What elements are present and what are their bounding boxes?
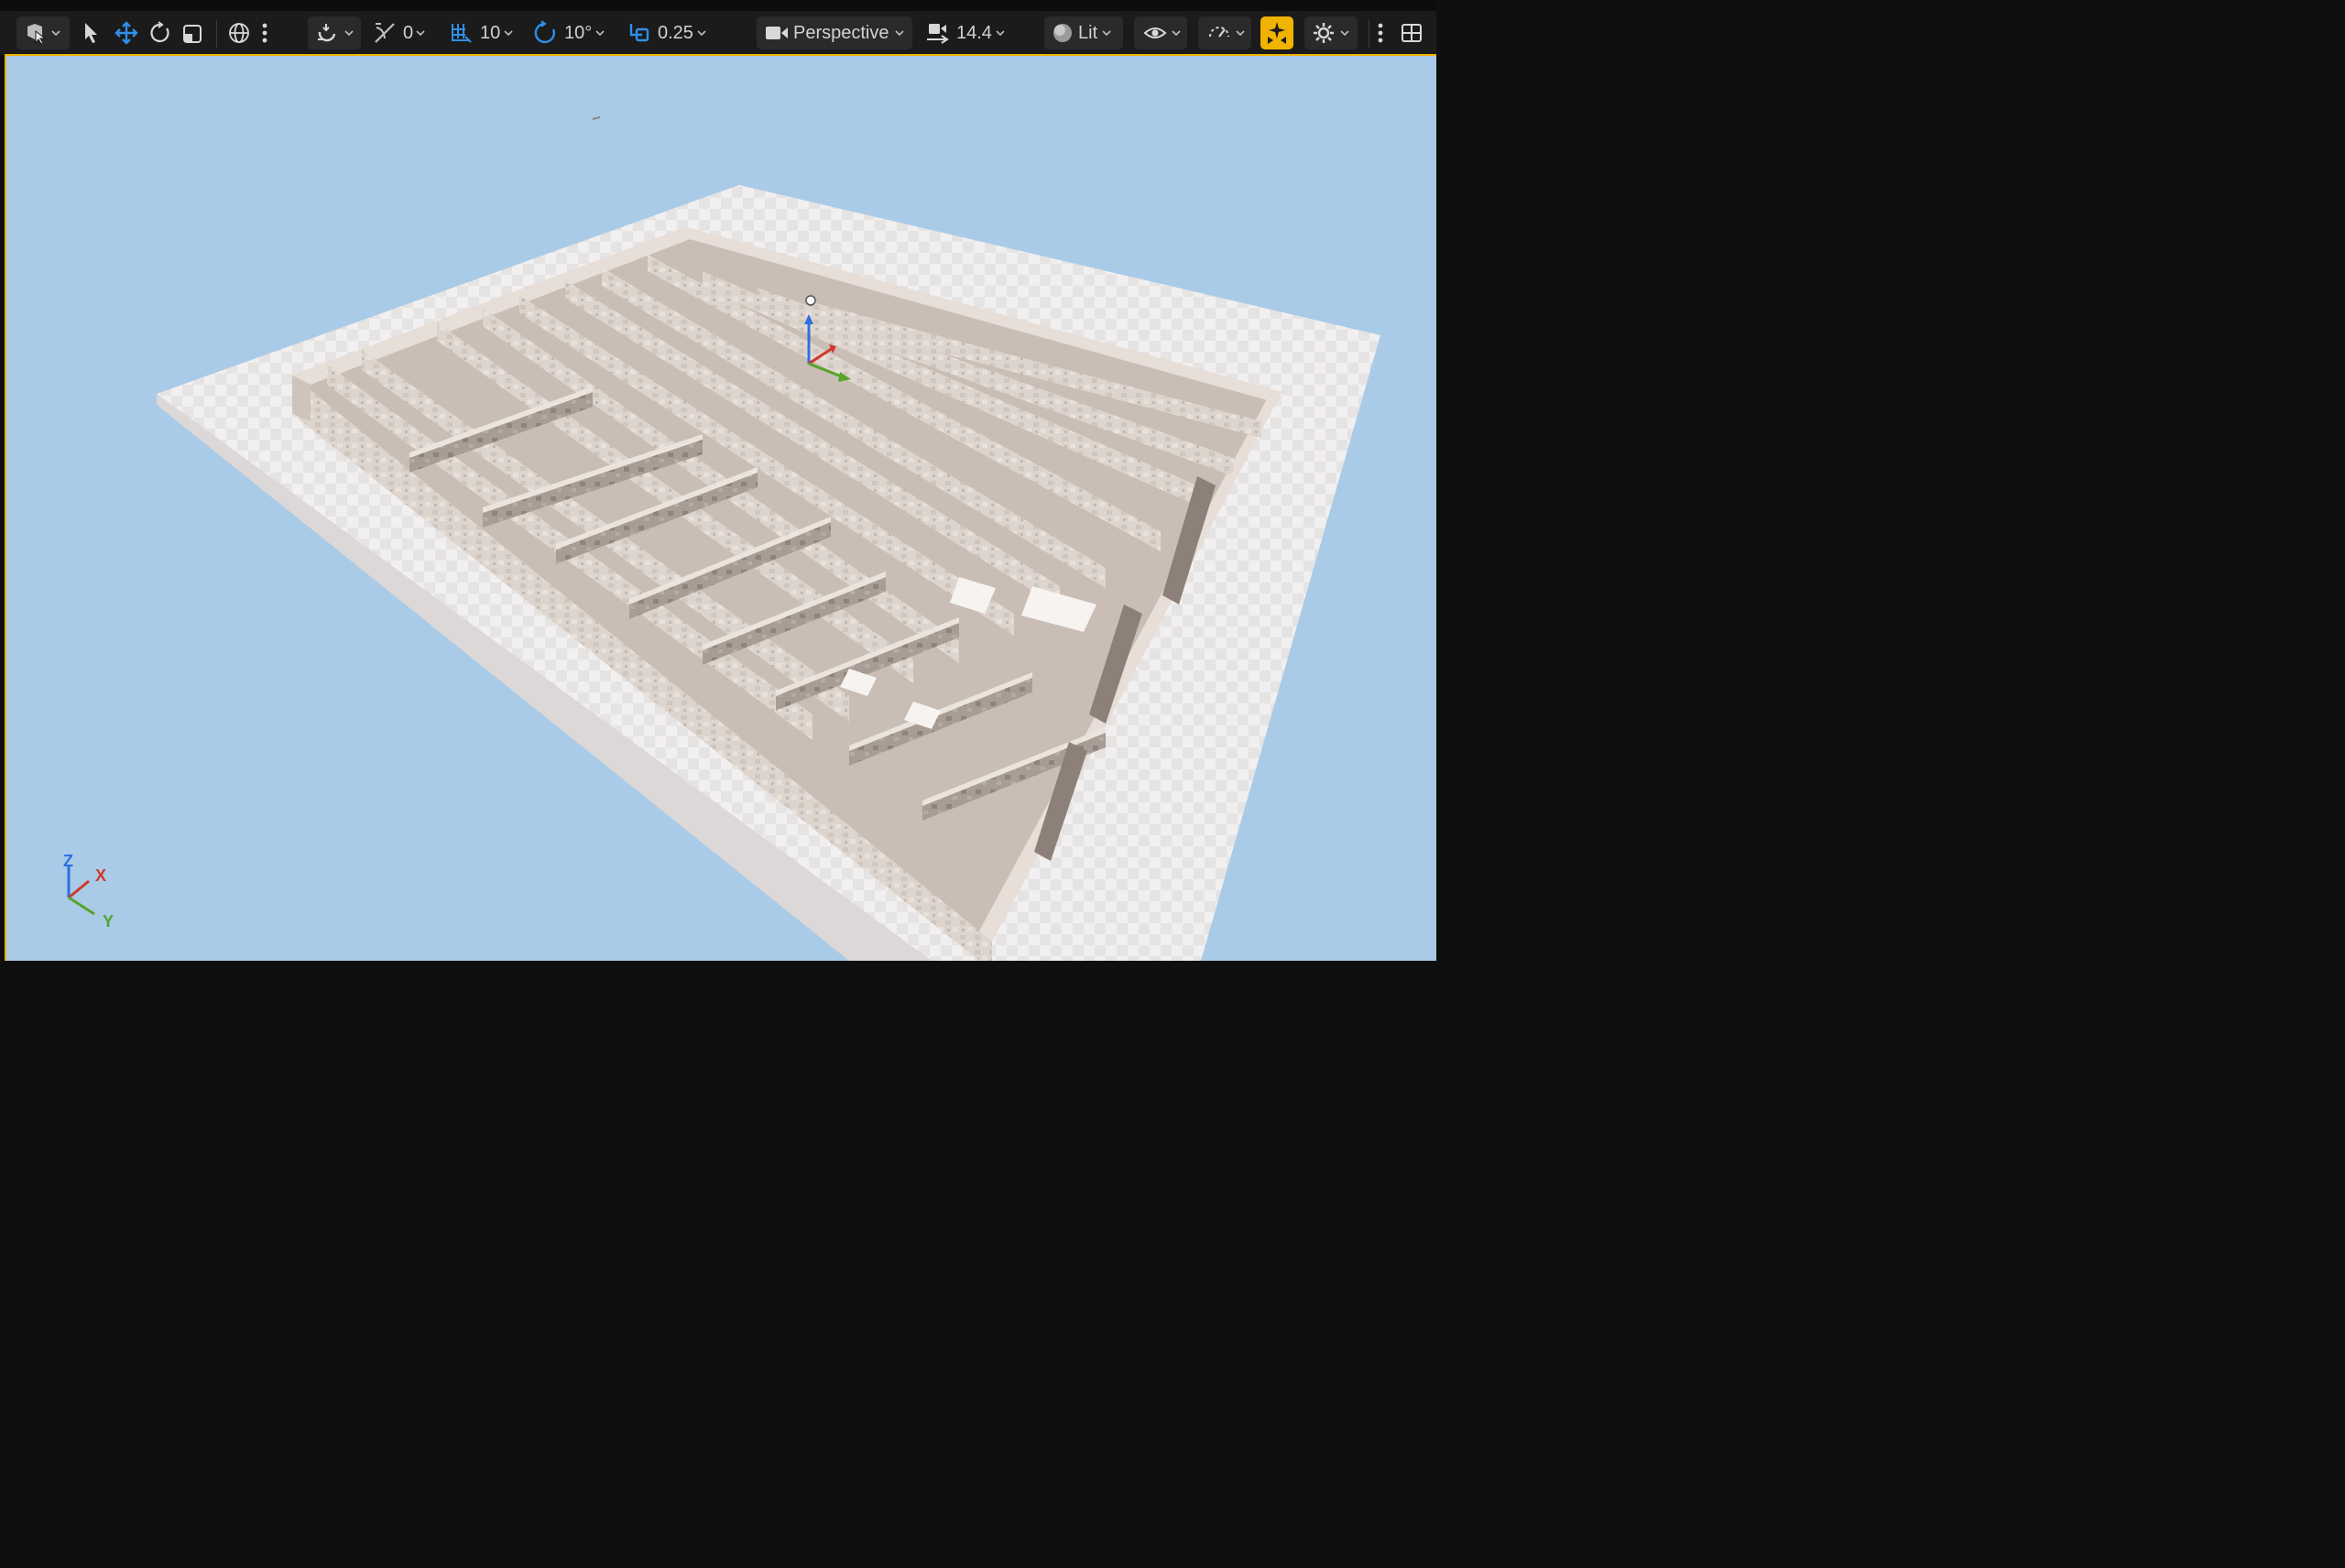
chevron-down-icon <box>416 30 425 37</box>
chevron-down-icon <box>344 30 354 37</box>
scale-snap-dropdown[interactable]: 0.25 <box>627 16 714 49</box>
lit-sphere-icon <box>1053 24 1072 42</box>
gear-icon <box>1314 23 1334 43</box>
angle-snap-icon <box>375 23 395 43</box>
surface-snapping-dropdown[interactable] <box>308 16 361 49</box>
chevron-down-icon <box>504 30 513 37</box>
rotate-icon <box>150 21 169 43</box>
show-flags-dropdown[interactable] <box>1134 16 1187 49</box>
world-globe-icon <box>229 23 249 43</box>
camera-icon <box>766 27 788 39</box>
scale-snap-value: 0.25 <box>658 22 693 43</box>
viewport-options-button[interactable] <box>1372 16 1389 49</box>
select-arrow-icon <box>85 23 97 43</box>
grid-snap-dropdown[interactable]: 10 <box>449 16 520 49</box>
viewport-settings-dropdown[interactable] <box>1304 16 1358 49</box>
chevron-down-icon <box>51 30 60 37</box>
view-mode-label: Perspective <box>793 22 889 43</box>
scale-snap-icon <box>629 24 649 42</box>
level-viewport[interactable]: Z X Y <box>6 55 1436 961</box>
actor-pivot-icon[interactable] <box>805 295 816 306</box>
viewport-focus-border-top <box>5 54 1436 56</box>
surface-snap-icon <box>318 24 336 42</box>
chevron-down-icon <box>1340 30 1349 37</box>
rotation-snap-value: 10° <box>564 22 593 43</box>
camera-speed-icon <box>927 24 949 44</box>
lighting-mode-label: Lit <box>1078 22 1098 43</box>
realtime-dropdown[interactable] <box>1198 16 1251 49</box>
eye-icon <box>1143 27 1167 38</box>
rotate-tool-button[interactable] <box>148 16 172 49</box>
angle-snap-value: 0 <box>403 22 414 43</box>
coordinate-space-button[interactable] <box>227 16 251 49</box>
rotation-snap-icon <box>534 20 555 44</box>
more-vertical-icon <box>1378 23 1383 43</box>
lighting-mode-dropdown[interactable]: Lit <box>1044 16 1123 49</box>
viewport-layout-icon <box>1402 24 1422 42</box>
translate-icon <box>115 21 138 45</box>
grid-snap-value: 10 <box>480 22 501 43</box>
viewport-toolbar: 0 10 10° 0.25 Perspective 14.4 Lit <box>0 11 1436 55</box>
chevron-down-icon <box>1236 30 1245 37</box>
select-tool-button[interactable] <box>81 16 104 49</box>
toolbar-separator <box>216 20 217 48</box>
axis-orientation-gizmo: Z X Y <box>63 852 114 931</box>
chevron-down-icon <box>1172 30 1181 37</box>
select-mode-dropdown[interactable] <box>16 16 70 49</box>
axis-x-label: X <box>95 866 106 885</box>
axis-y-label: Y <box>103 912 114 931</box>
viewport-layout-button[interactable] <box>1400 16 1427 49</box>
camera-speed-value: 14.4 <box>956 22 992 43</box>
chevron-down-icon <box>894 30 904 37</box>
chevron-down-icon <box>595 30 605 37</box>
camera-speed-dropdown[interactable]: 14.4 <box>925 16 1017 49</box>
chevron-down-icon <box>996 30 1005 37</box>
scale-tool-button[interactable] <box>181 16 205 49</box>
realtime-icon <box>1209 27 1229 38</box>
chevron-down-icon <box>1102 30 1111 37</box>
maze-scene[interactable]: Z X Y <box>6 55 1436 961</box>
translate-tool-button[interactable] <box>114 16 139 49</box>
game-view-toggle[interactable] <box>1260 16 1293 49</box>
viewport-focus-border <box>5 55 6 961</box>
view-mode-dropdown[interactable]: Perspective <box>757 16 912 49</box>
distant-object <box>592 116 601 120</box>
axis-z-label: Z <box>63 852 73 870</box>
game-view-icon <box>1268 22 1286 44</box>
angle-snap-dropdown[interactable]: 0 <box>372 16 432 49</box>
more-vertical-icon <box>262 23 267 43</box>
transform-options-button[interactable] <box>256 16 273 49</box>
grid-snap-icon <box>452 24 472 43</box>
chevron-down-icon <box>697 30 706 37</box>
rotation-snap-dropdown[interactable]: 10° <box>533 16 614 49</box>
select-mode-icon <box>27 24 47 45</box>
scale-icon <box>183 25 202 43</box>
